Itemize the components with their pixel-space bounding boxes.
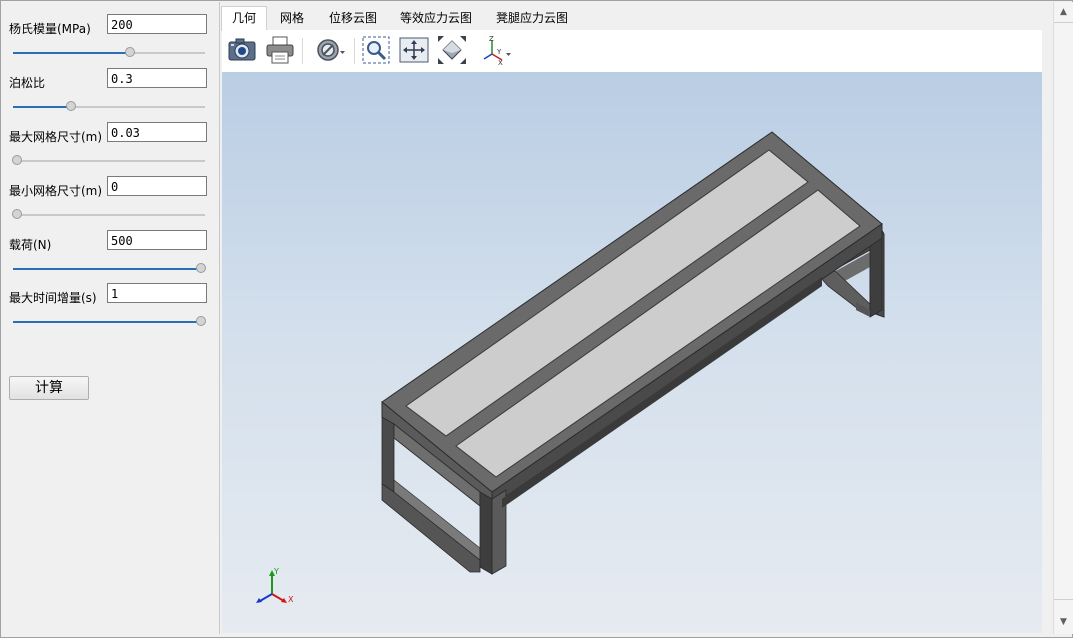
param-load: 载荷(N) 500 (2, 230, 218, 284)
max-time-increment-input[interactable]: 1 (107, 283, 207, 303)
3d-viewport[interactable]: Y X (222, 72, 1042, 633)
tab-mesh[interactable]: 网格 (271, 7, 313, 29)
poisson-ratio-input[interactable]: 0.3 (107, 68, 207, 88)
axis-label-z: Z (489, 35, 494, 43)
scroll-up-arrow[interactable]: ▲ (1054, 4, 1073, 21)
toolbar-separator (302, 38, 303, 64)
param-label: 泊松比 (9, 76, 46, 90)
scroll-track-line (1054, 599, 1073, 600)
print-icon[interactable] (264, 34, 296, 66)
max-mesh-size-slider[interactable] (12, 155, 205, 167)
slider-thumb[interactable] (65, 101, 76, 111)
pan-icon[interactable] (398, 34, 430, 66)
view-tabs: 几何 网格 位移云图 等效应力云图 凳腿应力云图 (221, 6, 1053, 31)
axis-label-x: X (498, 59, 503, 66)
hide-icon[interactable] (314, 34, 346, 66)
max-mesh-size-input[interactable]: 0.03 (107, 122, 207, 142)
panel-divider (219, 2, 220, 634)
param-label: 载荷(N) (9, 238, 52, 252)
param-label: 最小网格尺寸(m) (9, 184, 103, 198)
param-min-mesh-size: 最小网格尺寸(m) 0 (2, 176, 218, 230)
tab-von-mises-stress[interactable]: 等效应力云图 (393, 7, 479, 29)
min-mesh-size-slider[interactable] (12, 209, 205, 221)
vertical-scrollbar[interactable]: ▲ ▼ (1053, 2, 1073, 634)
max-time-increment-slider[interactable] (13, 316, 206, 328)
toolbar-separator (354, 38, 355, 64)
slider-thumb[interactable] (196, 316, 206, 326)
calculate-button[interactable]: 计算 (9, 376, 89, 400)
triad-label-y: Y (273, 567, 279, 576)
scroll-track-line (1054, 22, 1073, 23)
youngs-modulus-slider[interactable] (13, 47, 205, 59)
parameter-panel: 杨氏模量(MPa) 200 泊松比 0.3 最大网格尺寸(m) 0.03 最小网… (2, 2, 218, 634)
tab-displacement[interactable]: 位移云图 (321, 7, 385, 29)
axis-triad: Y X (256, 567, 294, 604)
view-toolbar: Z Y X (222, 30, 1042, 72)
tab-geometry[interactable]: 几何 (221, 6, 267, 31)
param-youngs-modulus: 杨氏模量(MPa) 200 (2, 14, 218, 68)
scroll-down-arrow[interactable]: ▼ (1054, 614, 1073, 631)
slider-thumb[interactable] (12, 155, 22, 165)
param-max-mesh-size: 最大网格尺寸(m) 0.03 (2, 122, 218, 176)
slider-thumb[interactable] (125, 47, 136, 57)
zoom-window-icon[interactable] (360, 34, 392, 66)
fit-all-icon[interactable] (436, 34, 468, 66)
triad-label-x: X (288, 595, 294, 604)
load-input[interactable]: 500 (107, 230, 207, 250)
min-mesh-size-input[interactable]: 0 (107, 176, 207, 196)
slider-thumb[interactable] (12, 209, 22, 219)
axis-label-y: Y (496, 48, 502, 56)
view-axes-icon[interactable]: Z Y X (480, 34, 512, 67)
camera-icon[interactable] (226, 34, 258, 66)
param-label: 最大网格尺寸(m) (9, 130, 103, 144)
load-slider[interactable] (13, 263, 206, 275)
bench-model (381, 131, 885, 575)
youngs-modulus-input[interactable]: 200 (107, 14, 207, 34)
tab-leg-stress[interactable]: 凳腿应力云图 (489, 7, 575, 29)
param-poisson-ratio: 泊松比 0.3 (2, 68, 218, 122)
param-label: 杨氏模量(MPa) (9, 22, 91, 36)
poisson-ratio-slider[interactable] (13, 101, 205, 113)
param-label: 最大时间增量(s) (9, 291, 97, 305)
slider-thumb[interactable] (196, 263, 206, 273)
param-max-time-increment: 最大时间增量(s) 1 (2, 283, 218, 337)
